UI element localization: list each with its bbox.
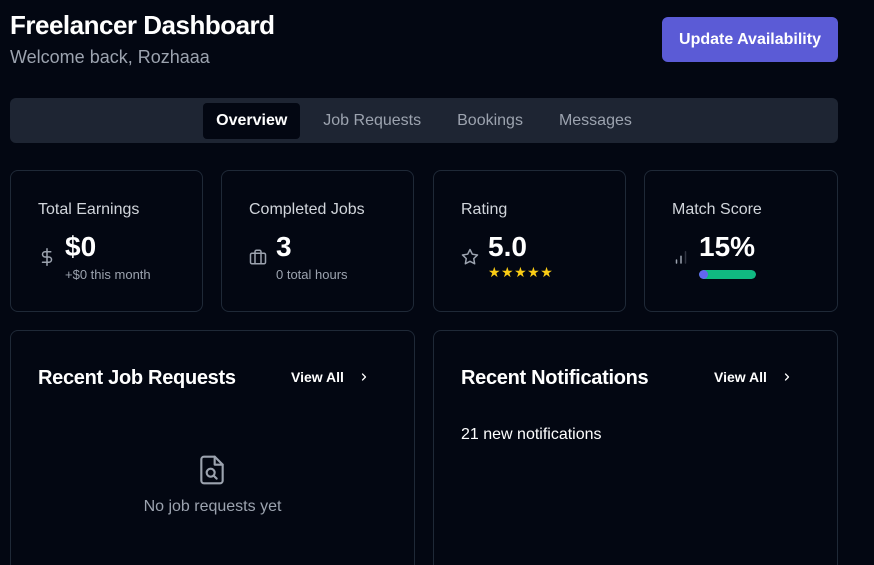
stat-label: Match Score: [672, 201, 762, 218]
empty-state-text: No job requests yet: [143, 498, 282, 515]
star-rating: ★★★★★: [488, 264, 554, 280]
stat-card-match-score: Match Score 15%: [644, 170, 838, 312]
recent-notifications-panel: Recent Notifications View All 21 new not…: [433, 330, 838, 565]
freelancer-dashboard: Freelancer Dashboard Welcome back, Rozha…: [0, 0, 874, 565]
stat-card-rating: Rating 5.0 ★★★★★: [433, 170, 626, 312]
stat-label: Completed Jobs: [249, 201, 365, 218]
stat-card-earnings: Total Earnings $0 +$0 this month: [10, 170, 203, 312]
recent-job-requests-panel: Recent Job Requests View All No job requ…: [10, 330, 415, 565]
dollar-icon: [38, 248, 56, 266]
file-search-icon: [196, 452, 228, 488]
chevron-right-icon: [784, 373, 790, 381]
notification-count: 21 new notifications: [461, 426, 602, 443]
star-icon: [461, 248, 479, 266]
stat-subtext: 0 total hours: [276, 267, 348, 282]
stat-value: 5.0: [488, 231, 527, 262]
panel-title: Recent Notifications: [461, 367, 649, 389]
stat-label: Total Earnings: [38, 201, 140, 218]
tab-bar: Overview Job Requests Bookings Messages: [10, 98, 838, 143]
panel-title: Recent Job Requests: [38, 367, 236, 389]
stat-label: Rating: [461, 201, 508, 218]
signal-icon: [672, 248, 690, 266]
view-all-label: View All: [714, 369, 767, 385]
stat-value: 15%: [699, 231, 756, 262]
progress-fill: [699, 270, 708, 279]
stat-value: $0: [65, 231, 97, 262]
view-all-notifications-link[interactable]: View All: [714, 369, 793, 385]
page-title: Freelancer Dashboard: [10, 10, 275, 40]
stat-value: 3: [276, 231, 292, 262]
match-score-progress: [699, 270, 756, 279]
stat-subtext: +$0 this month: [65, 267, 151, 282]
tab-bookings[interactable]: Bookings: [444, 103, 536, 139]
welcome-subtitle: Welcome back, Rozhaaa: [10, 47, 210, 67]
stat-card-completed-jobs: Completed Jobs 3 0 total hours: [221, 170, 414, 312]
chevron-right-icon: [361, 373, 367, 381]
tab-messages[interactable]: Messages: [546, 103, 645, 139]
tab-job-requests[interactable]: Job Requests: [310, 103, 434, 139]
briefcase-icon: [249, 248, 267, 266]
tab-overview[interactable]: Overview: [203, 102, 301, 139]
progress-track-fill: [699, 270, 756, 279]
view-all-job-requests-link[interactable]: View All: [291, 369, 370, 385]
view-all-label: View All: [291, 369, 344, 385]
update-availability-button[interactable]: Update Availability: [662, 17, 838, 62]
